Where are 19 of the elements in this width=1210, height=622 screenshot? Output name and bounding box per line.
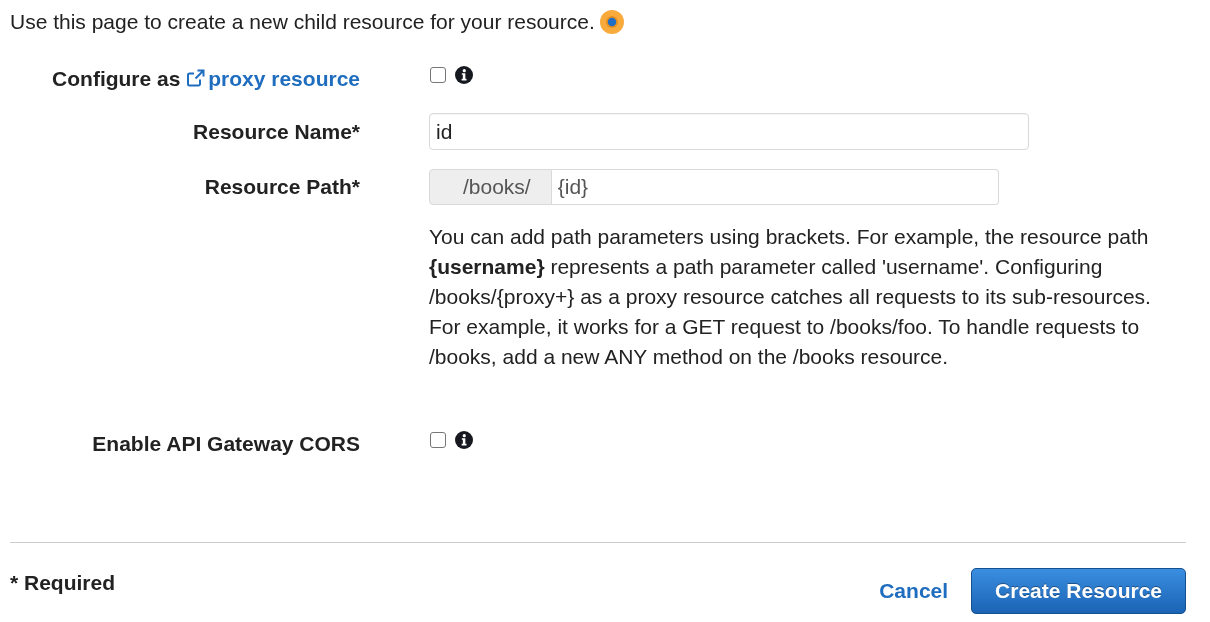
path-prefix: /books/ — [429, 169, 552, 205]
checkbox[interactable] — [430, 432, 446, 448]
external-link-icon — [186, 68, 207, 88]
info-icon[interactable] — [455, 431, 473, 449]
required-note: * Required — [10, 570, 116, 596]
info-icon[interactable] — [455, 66, 473, 84]
cancel-link[interactable]: Cancel — [879, 576, 949, 606]
resource-path-input[interactable]: {id} — [551, 169, 999, 205]
intro-text: Use this page to create a new child resource for your resource. — [10, 9, 595, 35]
field-label: Resource Name* — [193, 119, 360, 143]
proxy-resource-link[interactable]: proxy resource — [186, 67, 360, 90]
field-label: Resource Path* — [204, 175, 360, 198]
field-label: Enable API Gateway CORS — [92, 432, 360, 455]
checkbox[interactable] — [430, 67, 446, 83]
create-resource-button[interactable]: Create Resource — [971, 568, 1186, 614]
help-text: You can add path parameters using brackets. For example, the resource path {username} represents a path parameter called 'username'. Configuring /books/{proxy+} as a proxy resource catches all requests to its sub-resources. For example, it works for a GET request to /books/foo. To handle requests to /books, add a new ANY method on the /books resource. — [429, 224, 1152, 370]
field-label: Configure as proxy resource — [52, 67, 360, 90]
resource-name-input[interactable]: id — [429, 113, 1029, 150]
hotspot-icon[interactable] — [599, 10, 624, 34]
